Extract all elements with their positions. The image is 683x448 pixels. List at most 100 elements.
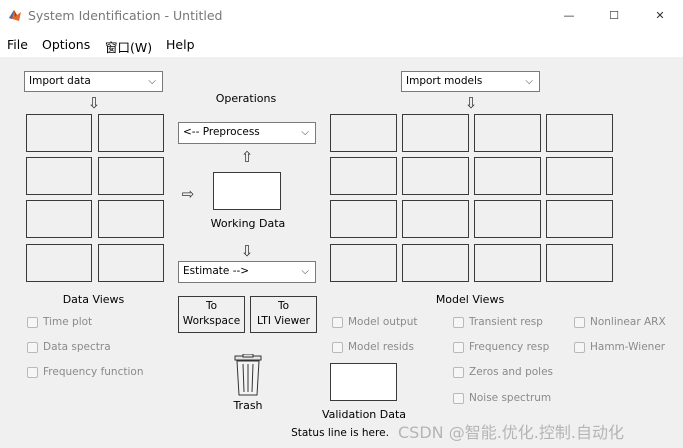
checkbox-data-spectra[interactable]: Data spectra xyxy=(27,341,111,353)
chevron-down-icon: ⌵ xyxy=(301,127,309,138)
model-slot[interactable] xyxy=(330,244,397,282)
data-slot[interactable] xyxy=(26,200,92,238)
model-slot[interactable] xyxy=(546,244,613,282)
checkbox-box[interactable] xyxy=(574,341,585,353)
working-data-label: Working Data xyxy=(210,217,286,230)
model-slot[interactable] xyxy=(402,114,469,152)
data-slot[interactable] xyxy=(26,157,92,195)
down-arrow-icon: ⇩ xyxy=(87,94,101,112)
model-slot[interactable] xyxy=(402,244,469,282)
checkbox-box[interactable] xyxy=(453,392,464,404)
data-slot[interactable] xyxy=(98,200,164,238)
checkbox-hamm-wiener[interactable]: Hamm-Wiener xyxy=(574,341,665,353)
operations-label: Operations xyxy=(215,92,277,105)
checkbox-box[interactable] xyxy=(332,316,343,328)
chevron-down-icon: ⌵ xyxy=(148,76,156,87)
menu-bar xyxy=(0,31,683,57)
data-slot[interactable] xyxy=(98,157,164,195)
validation-data-slot[interactable] xyxy=(330,363,397,401)
down-arrow-icon: ⇩ xyxy=(464,94,478,112)
chevron-down-icon: ⌵ xyxy=(301,266,309,277)
working-data-slot[interactable] xyxy=(213,172,281,210)
estimate-dropdown[interactable]: Estimate --> ⌵ xyxy=(178,261,316,283)
checkbox-box[interactable] xyxy=(27,366,38,378)
checkbox-box[interactable] xyxy=(453,366,464,378)
checkbox-zeros-and-poles[interactable]: Zeros and poles xyxy=(453,366,553,378)
checkbox-label: Data spectra xyxy=(43,341,111,353)
data-slot[interactable] xyxy=(98,114,164,152)
checkbox-frequency-function[interactable]: Frequency function xyxy=(27,366,143,378)
model-slot[interactable] xyxy=(402,200,469,238)
checkbox-label: Model output xyxy=(348,316,418,328)
checkbox-label: Zeros and poles xyxy=(469,366,553,378)
trash-label: Trash xyxy=(233,399,263,412)
model-slot[interactable] xyxy=(546,157,613,195)
data-slot[interactable] xyxy=(26,114,92,152)
checkbox-label: Noise spectrum xyxy=(469,392,552,404)
menu-help[interactable]: Help xyxy=(166,37,195,52)
to-workspace-button[interactable]: To Workspace xyxy=(178,296,245,333)
model-slot[interactable] xyxy=(474,157,541,195)
model-slot[interactable] xyxy=(546,114,613,152)
model-slot[interactable] xyxy=(546,200,613,238)
maximize-button[interactable]: ☐ xyxy=(591,0,637,31)
preprocess-dropdown[interactable]: <-- Preprocess ⌵ xyxy=(178,122,316,144)
checkbox-box[interactable] xyxy=(27,341,38,353)
model-slot[interactable] xyxy=(474,200,541,238)
watermark: CSDN @智能.优化.控制.自动化 xyxy=(398,423,624,442)
model-slot[interactable] xyxy=(474,114,541,152)
checkbox-label: Transient resp xyxy=(469,316,543,328)
to-workspace-line1: To xyxy=(205,300,218,312)
down-arrow-icon: ⇩ xyxy=(240,242,254,260)
up-arrow-icon: ⇧ xyxy=(240,148,254,166)
checkbox-box[interactable] xyxy=(453,341,464,353)
import-models-dropdown[interactable]: Import models ⌵ xyxy=(401,71,540,92)
model-slot[interactable] xyxy=(330,200,397,238)
to-lti-line2: LTI Viewer xyxy=(257,315,310,327)
checkbox-frequency-resp[interactable]: Frequency resp xyxy=(453,341,549,353)
data-views-label: Data Views xyxy=(62,293,125,306)
checkbox-label: Time plot xyxy=(43,316,93,328)
import-data-label: Import data xyxy=(29,75,91,87)
close-button[interactable]: ✕ xyxy=(637,0,683,31)
model-views-label: Model Views xyxy=(435,293,505,306)
minimize-icon: — xyxy=(563,9,575,22)
model-slot[interactable] xyxy=(330,114,397,152)
window-title: System Identification - Untitled xyxy=(28,8,223,23)
maximize-icon: ☐ xyxy=(609,9,619,22)
minimize-button[interactable]: — xyxy=(546,0,592,31)
checkbox-model-output[interactable]: Model output xyxy=(332,316,418,328)
trash-icon[interactable] xyxy=(232,354,264,396)
matlab-logo-icon xyxy=(9,10,21,21)
status-line: Status line is here. xyxy=(291,427,389,439)
menu-options[interactable]: Options xyxy=(42,37,90,52)
model-slot[interactable] xyxy=(402,157,469,195)
checkbox-box[interactable] xyxy=(332,341,343,353)
to-workspace-line2: Workspace xyxy=(182,315,241,327)
menu-file[interactable]: File xyxy=(7,37,28,52)
to-lti-viewer-button[interactable]: To LTI Viewer xyxy=(250,296,317,333)
checkbox-label: Frequency resp xyxy=(469,341,550,353)
checkbox-model-resids[interactable]: Model resids xyxy=(332,341,414,353)
checkbox-noise-spectrum[interactable]: Noise spectrum xyxy=(453,392,551,404)
checkbox-label: Hamm-Wiener xyxy=(590,341,666,353)
checkbox-box[interactable] xyxy=(453,316,464,328)
checkbox-transient-resp[interactable]: Transient resp xyxy=(453,316,543,328)
import-data-dropdown[interactable]: Import data ⌵ xyxy=(24,71,163,92)
checkbox-box[interactable] xyxy=(27,316,38,328)
checkbox-box[interactable] xyxy=(574,316,585,328)
menu-window[interactable]: 窗口(W) xyxy=(105,37,152,56)
preprocess-label: <-- Preprocess xyxy=(183,126,260,138)
import-models-label: Import models xyxy=(406,75,483,87)
data-slot[interactable] xyxy=(98,244,164,282)
model-slot[interactable] xyxy=(330,157,397,195)
model-slot[interactable] xyxy=(474,244,541,282)
data-slot[interactable] xyxy=(26,244,92,282)
chevron-down-icon: ⌵ xyxy=(525,76,533,87)
checkbox-nonlinear-arx[interactable]: Nonlinear ARX xyxy=(574,316,666,328)
checkbox-time-plot[interactable]: Time plot xyxy=(27,316,92,328)
checkbox-label: Frequency function xyxy=(43,366,144,378)
to-lti-line1: To xyxy=(277,300,290,312)
right-arrow-icon: ⇨ xyxy=(181,185,195,203)
close-icon: ✕ xyxy=(655,9,665,22)
